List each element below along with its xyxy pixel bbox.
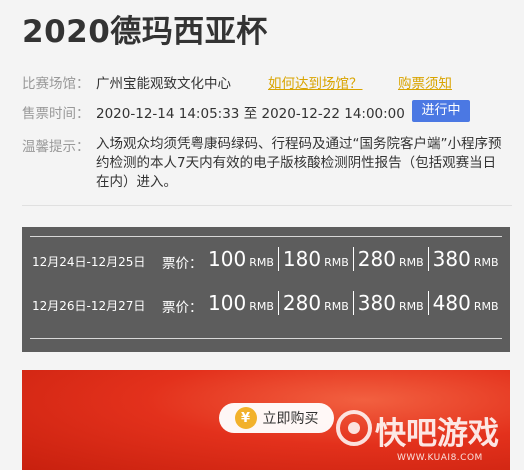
divider	[22, 205, 512, 206]
price-label: 票价：	[162, 256, 203, 272]
sale-time: 2020-12-14 14:05:33 至 2020-12-22 14:00:0…	[96, 102, 405, 122]
price-list: 100 RMB 280 RMB 380 RMB 480 RMB	[208, 291, 503, 315]
watermark-logo-icon	[336, 410, 372, 446]
yen-icon: ¥	[234, 407, 257, 429]
notice-label: 温馨提示：	[22, 139, 90, 155]
price-row-dates: 12月26日-12月27日	[32, 299, 146, 313]
sale-end: 2020-12-22 14:00:00	[261, 106, 405, 122]
price-table: 12月24日-12月25日 票价： 100 RMB 180 RMB 280 RMB 3…	[22, 227, 510, 352]
price-list: 100 RMB 180 RMB 280 RMB 380 RMB	[208, 247, 503, 271]
price-item[interactable]: 280 RMB	[277, 291, 353, 315]
ticket-notice-link[interactable]: 购票须知	[398, 72, 452, 92]
sale-to: 至	[243, 106, 258, 122]
price-item[interactable]: 480 RMB	[427, 291, 503, 315]
venue-label: 比赛场馆：	[22, 76, 90, 92]
price-row: 12月24日-12月25日 票价： 100 RMB 180 RMB 280 RMB 3…	[22, 247, 510, 275]
price-row-dates: 12月24日-12月25日	[32, 255, 146, 269]
page-title: 2020德玛西亚杯	[22, 14, 268, 50]
notice-text: 入场观众均须凭粤康码绿码、行程码及通过“国务院客户端”小程序预约检测的本人7天内…	[96, 136, 502, 190]
price-item[interactable]: 380 RMB	[427, 247, 503, 271]
directions-link[interactable]: 如何达到场馆？	[268, 72, 363, 92]
sale-start: 2020-12-14 14:05:33	[96, 106, 240, 122]
price-table-bottom-line	[30, 338, 502, 339]
watermark-url: WWW.KUAI8.COM	[397, 453, 483, 463]
status-badge: 进行中	[412, 100, 470, 122]
price-item[interactable]: 280 RMB	[352, 247, 428, 271]
price-item[interactable]: 180 RMB	[277, 247, 353, 271]
buy-now-button[interactable]: ¥ 立即购买	[219, 403, 334, 433]
sale-label: 售票时间：	[22, 106, 90, 122]
price-item[interactable]: 380 RMB	[352, 291, 428, 315]
price-item[interactable]: 100 RMB	[208, 291, 278, 315]
price-label: 票价：	[162, 300, 203, 316]
price-item[interactable]: 100 RMB	[208, 247, 278, 271]
price-table-top-line	[30, 236, 502, 237]
price-row: 12月26日-12月27日 票价： 100 RMB 280 RMB 380 RMB 4…	[22, 291, 510, 319]
venue-name: 广州宝能观致文化中心	[96, 76, 231, 92]
watermark-brand: 快吧游戏	[375, 416, 499, 452]
buy-now-label: 立即购买	[262, 411, 319, 427]
